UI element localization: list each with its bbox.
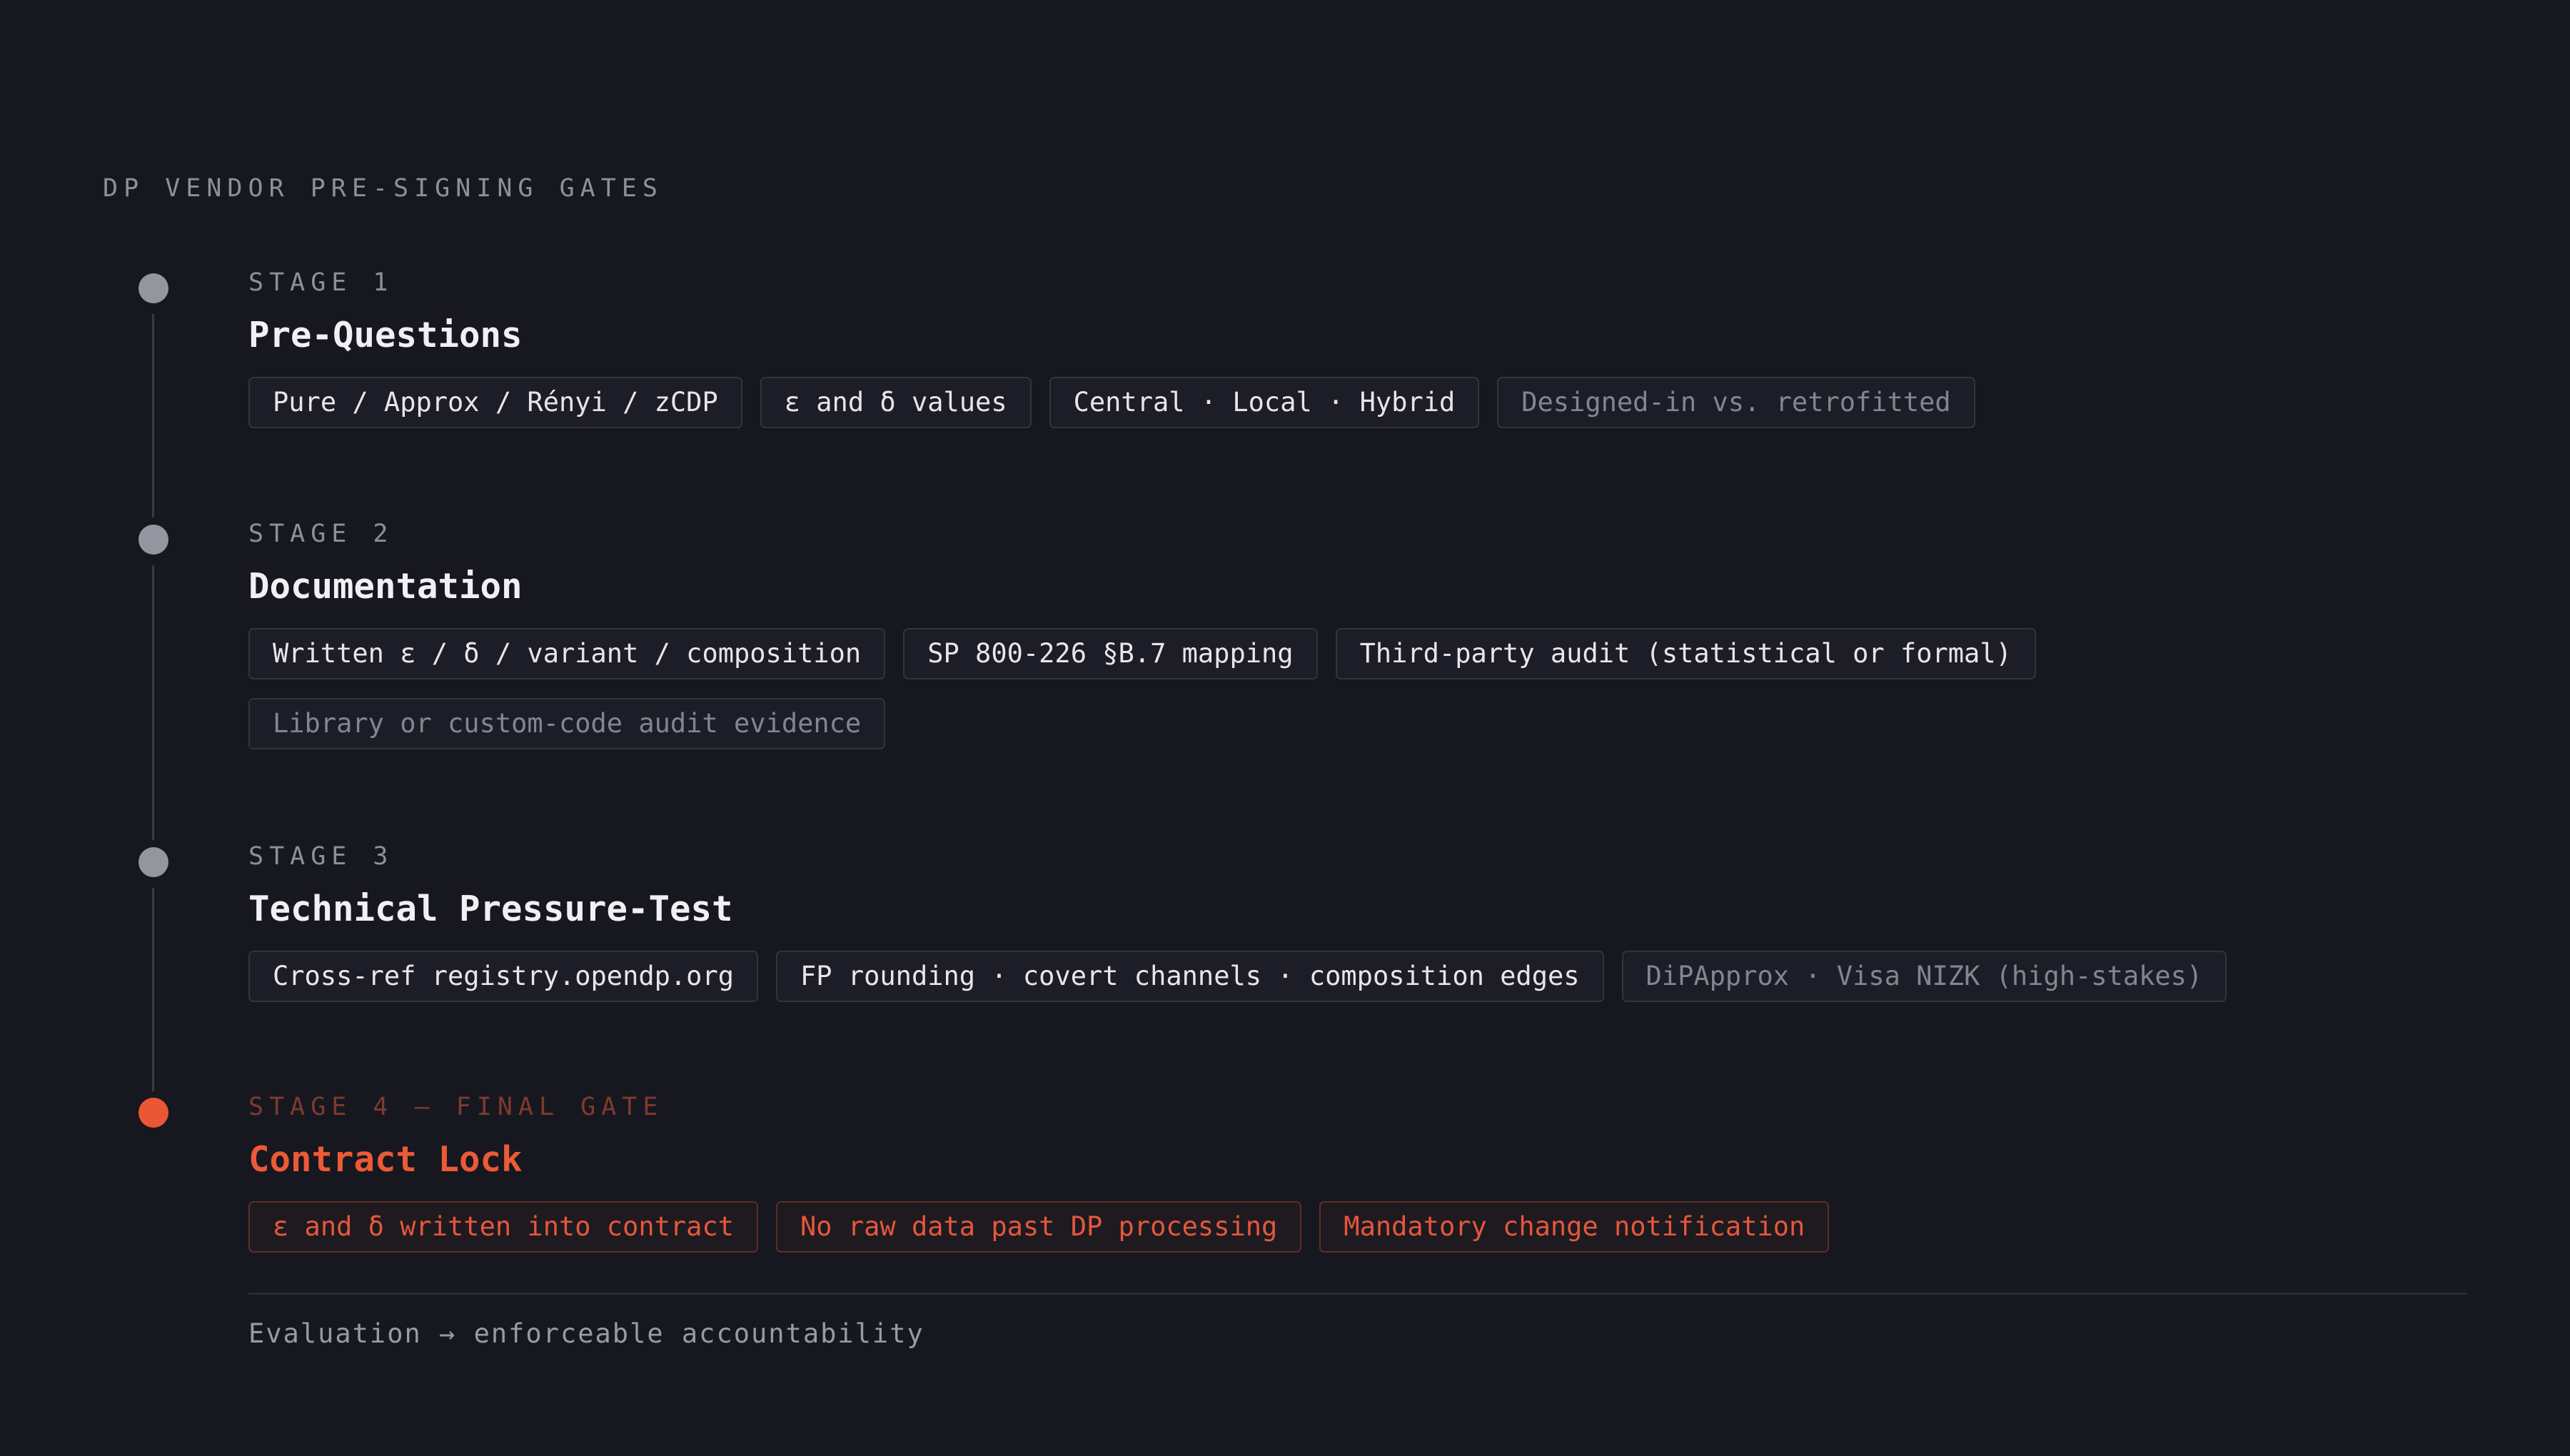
stage-1: STAGE 1 Pre-Questions Pure / Approx / Ré… [248,267,2461,428]
stage-title: Pre-Questions [248,315,523,355]
page-title: DP VENDOR PRE-SIGNING GATES [103,174,663,203]
stage-title: Contract Lock [248,1139,523,1180]
chip-group: Pure / Approx / Rényi / zCDP ε and δ val… [248,377,2319,428]
chip: Pure / Approx / Rényi / zCDP [248,377,742,428]
stage-label: STAGE 4 — FINAL GATE [248,1093,664,1121]
stage-label: STAGE 1 [248,268,394,297]
stage-1-marker [138,273,168,303]
stage-4: STAGE 4 — FINAL GATE Contract Lock ε and… [248,1091,2461,1253]
stage-title: Documentation [248,566,523,607]
stage-2-marker [138,525,168,555]
chip: Designed-in vs. retrofitted [1497,377,1975,428]
chip: ε and δ values [760,377,1032,428]
stage-title: Technical Pressure-Test [248,889,733,929]
chip: ε and δ written into contract [248,1201,759,1253]
chip: DiPApprox · Visa NIZK (high-stakes) [1621,951,2227,1002]
stage-label: STAGE 3 [248,842,394,871]
timeline-connector-3-4 [152,888,154,1091]
chip: FP rounding · covert channels · composit… [776,951,1604,1002]
chip: No raw data past DP processing [776,1201,1302,1253]
footer-divider [248,1293,2467,1295]
chip: SP 800-226 §B.7 mapping [903,628,1318,679]
chip: Central · Local · Hybrid [1049,377,1480,428]
chip: Library or custom-code audit evidence [248,698,886,749]
stage-label: STAGE 2 [248,520,394,548]
chip: Written ε / δ / variant / composition [248,628,886,679]
stage-2: STAGE 2 Documentation Written ε / δ / va… [248,518,2461,749]
stage-4-marker [138,1098,168,1128]
chip-group: ε and δ written into contract No raw dat… [248,1201,2319,1253]
timeline-connector-1-2 [152,314,154,517]
chip-group: Written ε / δ / variant / composition SP… [248,628,2319,749]
timeline-connector-2-3 [152,565,154,840]
stage-3-marker [138,847,168,877]
footer-note: Evaluation → enforceable accountability [248,1318,924,1349]
chip-group: Cross-ref registry.opendp.org FP roundin… [248,951,2319,1002]
chip: Cross-ref registry.opendp.org [248,951,759,1002]
chip: Mandatory change notification [1319,1201,1830,1253]
chip: Third-party audit (statistical or formal… [1335,628,2036,679]
stage-3: STAGE 3 Technical Pressure-Test Cross-re… [248,841,2461,1002]
